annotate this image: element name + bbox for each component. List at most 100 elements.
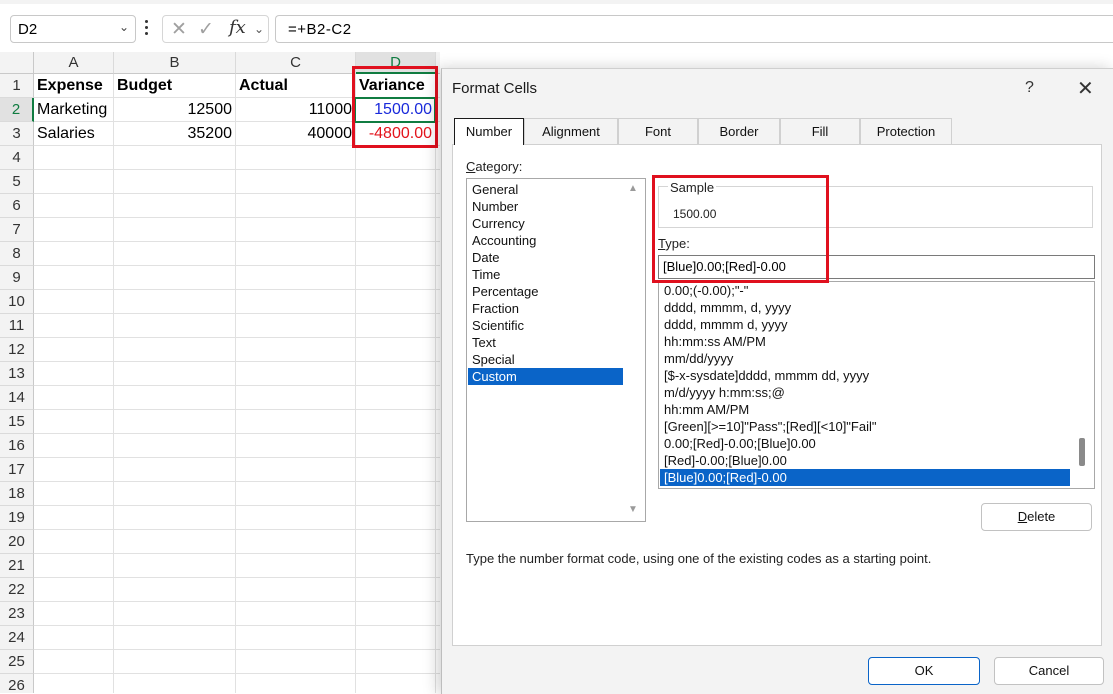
tab-protection[interactable]: Protection — [860, 118, 952, 144]
grid-cell[interactable] — [236, 218, 356, 242]
grid-cell[interactable] — [34, 194, 114, 218]
grid-cell[interactable] — [436, 266, 440, 290]
format-code-item[interactable]: [Green][>=10]"Pass";[Red][<10]"Fail" — [660, 418, 1070, 435]
grid-cell[interactable] — [236, 530, 356, 554]
header-cell-c[interactable]: Actual — [236, 74, 356, 98]
row-header-12[interactable]: 12 — [0, 338, 34, 362]
select-all-corner[interactable] — [0, 52, 34, 74]
grid-cell[interactable] — [34, 146, 114, 170]
grid-cell[interactable] — [356, 554, 436, 578]
grid-cell[interactable] — [436, 650, 440, 674]
grid-cell[interactable] — [436, 386, 440, 410]
cell-c2[interactable]: 11000 — [236, 98, 356, 122]
category-item-currency[interactable]: Currency — [468, 215, 623, 232]
grid-cell[interactable] — [34, 602, 114, 626]
grid-cell[interactable] — [34, 266, 114, 290]
grid-cell[interactable] — [236, 482, 356, 506]
header-cell-a[interactable]: Expense — [34, 74, 114, 98]
grid-cell[interactable] — [356, 338, 436, 362]
tab-border[interactable]: Border — [698, 118, 780, 144]
grid-cell[interactable] — [114, 530, 236, 554]
row-header-15[interactable]: 15 — [0, 410, 34, 434]
grid-cell[interactable] — [114, 338, 236, 362]
format-code-item[interactable]: 0.00;[Red]-0.00;[Blue]0.00 — [660, 435, 1070, 452]
category-item-text[interactable]: Text — [468, 334, 623, 351]
header-cell-b[interactable]: Budget — [114, 74, 236, 98]
grid-cell[interactable] — [356, 194, 436, 218]
grid-cell[interactable] — [34, 458, 114, 482]
format-code-item[interactable]: mm/dd/yyyy — [660, 350, 1070, 367]
grid-cell[interactable] — [114, 218, 236, 242]
grid-cell[interactable] — [356, 386, 436, 410]
format-code-item[interactable]: m/d/yyyy h:mm:ss;@ — [660, 384, 1070, 401]
grid-cell[interactable] — [34, 434, 114, 458]
grid-cell[interactable] — [436, 602, 440, 626]
grid-cell[interactable] — [236, 554, 356, 578]
grid-cell[interactable] — [356, 530, 436, 554]
format-code-item[interactable]: hh:mm:ss AM/PM — [660, 333, 1070, 350]
grid-cell[interactable] — [356, 674, 436, 693]
grid-cell[interactable] — [34, 362, 114, 386]
grid-cell[interactable] — [236, 338, 356, 362]
grid-cell[interactable] — [114, 674, 236, 693]
grid-cell[interactable] — [236, 146, 356, 170]
grid-cell[interactable] — [114, 626, 236, 650]
grid-cell[interactable] — [356, 146, 436, 170]
cancel-icon[interactable]: ✕ — [171, 18, 187, 41]
grid-cell[interactable] — [436, 554, 440, 578]
grid-cell[interactable] — [236, 386, 356, 410]
grid-cell[interactable] — [436, 482, 440, 506]
grid-cell[interactable] — [236, 506, 356, 530]
category-item-special[interactable]: Special — [468, 351, 623, 368]
format-code-item[interactable]: [Blue]0.00;[Red]-0.00 — [660, 469, 1070, 486]
grid-cell[interactable] — [436, 626, 440, 650]
category-item-number[interactable]: Number — [468, 198, 623, 215]
grid-cell[interactable] — [356, 506, 436, 530]
category-item-fraction[interactable]: Fraction — [468, 300, 623, 317]
row-header-20[interactable]: 20 — [0, 530, 34, 554]
grid-cell[interactable] — [436, 506, 440, 530]
format-code-item[interactable]: 0.00;(-0.00);"-" — [660, 282, 1070, 299]
grid-cell[interactable] — [34, 506, 114, 530]
grid-cell[interactable] — [236, 314, 356, 338]
scroll-up-icon[interactable]: ▲ — [628, 183, 638, 194]
grid-cell[interactable] — [34, 626, 114, 650]
grid-cell[interactable] — [436, 290, 440, 314]
tab-number[interactable]: Number — [454, 118, 524, 145]
grid-cell[interactable] — [436, 578, 440, 602]
grid-cell[interactable] — [356, 362, 436, 386]
cell-a3[interactable]: Salaries — [34, 122, 114, 146]
grid-cell[interactable] — [114, 434, 236, 458]
grid-cell[interactable] — [356, 482, 436, 506]
row-header-10[interactable]: 10 — [0, 290, 34, 314]
grid-cell[interactable] — [436, 194, 440, 218]
grid-cell[interactable] — [236, 266, 356, 290]
format-code-item[interactable]: [$-x-sysdate]dddd, mmmm dd, yyyy — [660, 367, 1070, 384]
row-header-8[interactable]: 8 — [0, 242, 34, 266]
grid-cell[interactable] — [34, 242, 114, 266]
category-list[interactable]: ▲ ▼ General Number Currency Accounting Date T… — [466, 178, 646, 522]
row-header-24[interactable]: 24 — [0, 626, 34, 650]
help-icon[interactable]: ? — [1025, 79, 1034, 97]
format-code-item[interactable]: dddd, mmmm d, yyyy — [660, 316, 1070, 333]
grid-cell[interactable] — [236, 194, 356, 218]
row-header-22[interactable]: 22 — [0, 578, 34, 602]
grid-cell[interactable] — [114, 194, 236, 218]
row-header-18[interactable]: 18 — [0, 482, 34, 506]
chevron-down-icon[interactable]: ⌄ — [254, 22, 264, 36]
grid-cell[interactable] — [236, 578, 356, 602]
name-box[interactable]: D2 ⌄ — [10, 15, 136, 43]
row-header-23[interactable]: 23 — [0, 602, 34, 626]
grid-cell[interactable] — [34, 386, 114, 410]
row-header-6[interactable]: 6 — [0, 194, 34, 218]
grid-cell[interactable] — [236, 434, 356, 458]
grid-cell[interactable] — [356, 434, 436, 458]
grid-cell[interactable] — [114, 650, 236, 674]
category-item-time[interactable]: Time — [468, 266, 623, 283]
grid-cell[interactable] — [436, 410, 440, 434]
grid-cell[interactable] — [236, 170, 356, 194]
grid-cell[interactable] — [114, 602, 236, 626]
grid-cell[interactable] — [114, 506, 236, 530]
grid-cell[interactable] — [436, 314, 440, 338]
tab-fill[interactable]: Fill — [780, 118, 860, 144]
